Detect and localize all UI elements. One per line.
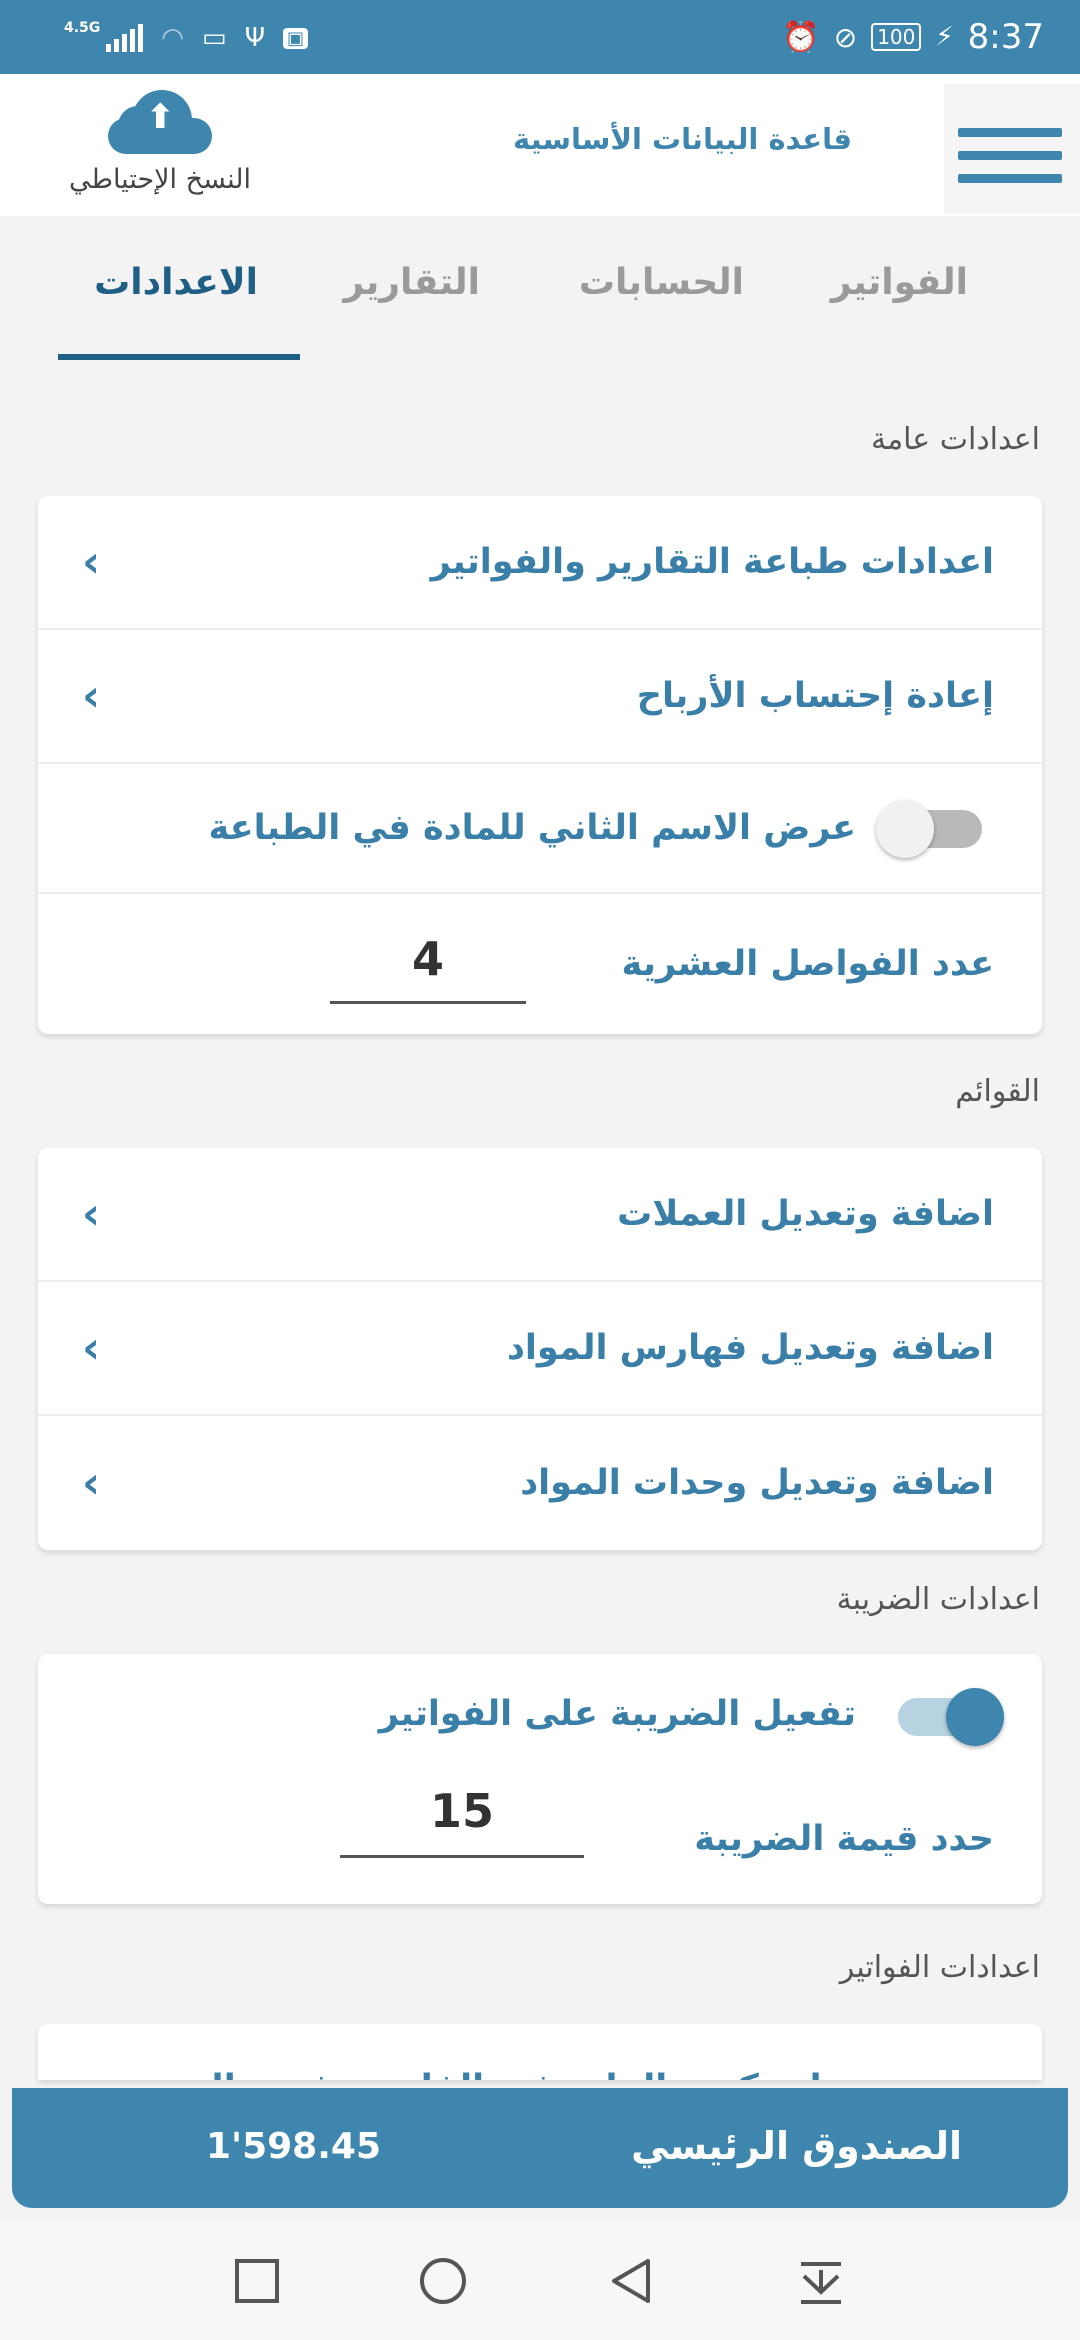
usb-icon: Ψ <box>244 23 266 53</box>
alarm-icon: ⏰ <box>782 19 820 55</box>
invoices-card: زيادة كمية المادة في الفاتورة في حال <box>38 2024 1042 2080</box>
wifi-icon: ◠ <box>161 23 184 53</box>
decimals-label: عدد الفواصل العشرية <box>621 944 994 984</box>
decimals-input[interactable]: 4 <box>330 932 526 1004</box>
network-type: 4.5G <box>64 20 101 36</box>
active-tab-indicator <box>58 354 300 360</box>
signal-icon <box>106 24 144 52</box>
tax-enable-row: تفعيل الضريبة على الفواتير <box>38 1654 1042 1774</box>
units-row[interactable]: اضافة وتعديل وحدات المواد ‹ <box>38 1416 1042 1550</box>
chevron-left-icon: ‹ <box>82 1188 101 1240</box>
catalogs-label: اضافة وتعديل فهارس المواد <box>506 1328 994 1368</box>
status-icons-left: 4.5G ◠ ▭ Ψ ▣ <box>64 16 309 60</box>
back-button[interactable] <box>606 2256 656 2306</box>
backup-button[interactable]: ⬆ النسخ الإحتياطي <box>40 82 280 195</box>
tax-value-label: حدد قيمة الضريبة <box>694 1819 994 1859</box>
battery-icon: 100 <box>871 23 922 51</box>
chevron-left-icon: ‹ <box>82 1457 101 1509</box>
chevron-left-icon: ‹ <box>82 670 101 722</box>
tax-enable-label: تفعيل الضريبة على الفواتير <box>378 1694 856 1734</box>
system-nav-bar <box>0 2222 1080 2340</box>
recent-apps-button[interactable] <box>232 2256 282 2306</box>
charging-icon: ⚡ <box>935 22 954 52</box>
database-title[interactable]: قاعدة البيانات الأساسية <box>513 122 852 156</box>
tax-value-row: حدد قيمة الضريبة 15 <box>38 1774 1042 1904</box>
tax-card: تفعيل الضريبة على الفواتير حدد قيمة الضر… <box>38 1654 1042 1904</box>
laptop-icon: ▭ <box>201 23 227 53</box>
section-title-tax: اعدادات الضريبة <box>836 1582 1040 1617</box>
tab-reports[interactable]: التقارير <box>343 262 480 303</box>
chevron-left-icon: ‹ <box>82 1322 101 1374</box>
increase-qty-label[interactable]: زيادة كمية المادة في الفاتورة في حال <box>193 2068 856 2080</box>
section-title-lists: القوائم <box>955 1074 1040 1109</box>
tab-invoices[interactable]: الفواتير <box>831 262 968 303</box>
status-icons-right: ⏰ ⊘ 100 ⚡ 8:37 <box>782 14 1044 60</box>
clock: 8:37 <box>967 17 1044 57</box>
app-header: ⬆ النسخ الإحتياطي قاعدة البيانات الأساسي… <box>0 74 1080 216</box>
decimals-row: عدد الفواصل العشرية 4 <box>38 894 1042 1034</box>
tax-value-input[interactable]: 15 <box>340 1784 584 1858</box>
lock-icon: ▣ <box>283 27 309 49</box>
print-settings-label: اعدادات طباعة التقارير والفواتير <box>430 542 994 582</box>
tax-toggle[interactable] <box>898 1688 1004 1746</box>
lists-card: اضافة وتعديل العملات ‹ اضافة وتعديل فهار… <box>38 1148 1042 1550</box>
tab-bar: الفواتير الحسابات التقارير الاعدادات <box>0 216 1080 360</box>
status-bar: 4.5G ◠ ▭ Ψ ▣ ⏰ ⊘ 100 ⚡ 8:37 <box>0 0 1080 74</box>
recalc-profits-row[interactable]: إعادة إحتساب الأرباح ‹ <box>38 630 1042 764</box>
print-settings-row[interactable]: اعدادات طباعة التقارير والفواتير ‹ <box>38 496 1042 630</box>
catalogs-row[interactable]: اضافة وتعديل فهارس المواد ‹ <box>38 1282 1042 1416</box>
hamburger-menu-icon[interactable] <box>944 84 1080 214</box>
notification-pull-down-icon[interactable] <box>796 2256 846 2306</box>
currencies-row[interactable]: اضافة وتعديل العملات ‹ <box>38 1148 1042 1282</box>
second-name-row: عرض الاسم الثاني للمادة في الطباعة <box>38 764 1042 894</box>
second-name-toggle[interactable] <box>876 800 982 858</box>
backup-label: النسخ الإحتياطي <box>68 164 252 195</box>
main-cash-box-bar[interactable]: الصندوق الرئيسي 1'598.45 <box>12 2088 1068 2208</box>
chevron-left-icon: ‹ <box>82 536 101 588</box>
cash-box-value: 1'598.45 <box>206 2126 381 2167</box>
home-button[interactable] <box>418 2256 468 2306</box>
cloud-upload-icon: ⬆ <box>108 88 212 154</box>
section-title-invoices: اعدادات الفواتير <box>839 1950 1040 1985</box>
units-label: اضافة وتعديل وحدات المواد <box>520 1463 994 1503</box>
cash-box-label: الصندوق الرئيسي <box>631 2124 962 2168</box>
tab-settings[interactable]: الاعدادات <box>94 262 258 303</box>
tab-accounts[interactable]: الحسابات <box>579 262 744 303</box>
section-title-general: اعدادات عامة <box>871 422 1040 457</box>
bell-off-icon: ⊘ <box>833 20 858 54</box>
currencies-label: اضافة وتعديل العملات <box>617 1194 994 1234</box>
second-name-label: عرض الاسم الثاني للمادة في الطباعة <box>208 808 856 848</box>
recalc-profits-label: إعادة إحتساب الأرباح <box>636 676 994 716</box>
general-settings-card: اعدادات طباعة التقارير والفواتير ‹ إعادة… <box>38 496 1042 1034</box>
